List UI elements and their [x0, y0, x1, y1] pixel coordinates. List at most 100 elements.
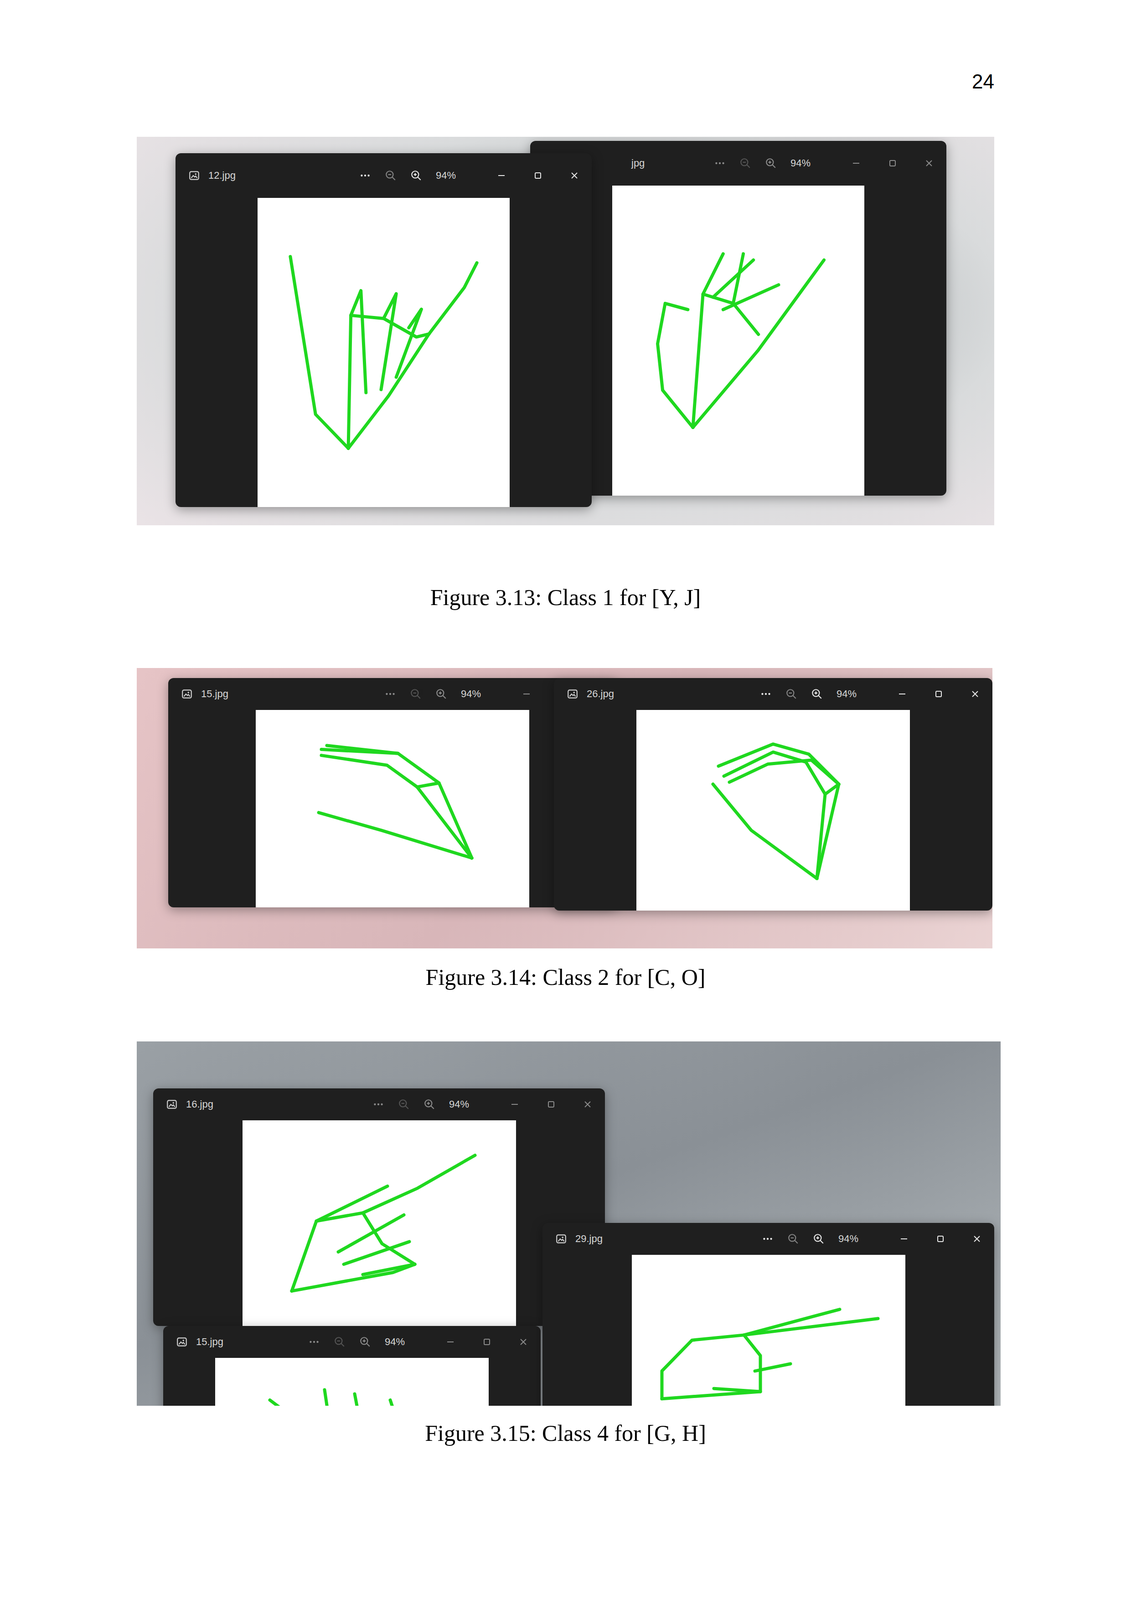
window-body: [175, 197, 592, 507]
skeleton-line: [291, 1264, 415, 1292]
more-dots-icon[interactable]: [372, 1098, 385, 1111]
window-controls: [850, 157, 935, 169]
more-dots-icon[interactable]: [713, 157, 726, 170]
more-dots-icon[interactable]: [761, 1232, 774, 1245]
title-bar[interactable]: 16.jpg 94%: [153, 1088, 605, 1121]
image-viewer-window[interactable]: 26.jpg 94%: [553, 677, 993, 911]
maximize-icon[interactable]: [934, 1233, 946, 1245]
close-icon[interactable]: [971, 1233, 983, 1245]
more-dots-icon[interactable]: [759, 687, 772, 700]
image-canvas: [215, 1357, 489, 1406]
skeleton-line: [321, 755, 472, 858]
screenshot: 15.jpg 94% 26.jpg 94%: [136, 667, 993, 949]
close-icon[interactable]: [923, 157, 935, 169]
skeleton-line: [417, 782, 439, 787]
more-dots-icon[interactable]: [308, 1335, 321, 1348]
zoom-in-icon[interactable]: [812, 1232, 825, 1245]
zoom-in-icon[interactable]: [410, 169, 423, 182]
title-bar[interactable]: jpg 94%: [530, 140, 947, 186]
image-viewer-window[interactable]: 29.jpg 94%: [542, 1222, 995, 1406]
hand-skeleton: [636, 709, 910, 911]
zoom-in-icon[interactable]: [810, 687, 823, 700]
skeleton-line: [729, 759, 839, 785]
zoom-out-icon[interactable]: [333, 1335, 346, 1348]
toolbar: 94%: [308, 1335, 405, 1348]
maximize-icon[interactable]: [887, 157, 899, 169]
minimize-icon[interactable]: [444, 1336, 456, 1348]
zoom-in-icon[interactable]: [359, 1335, 372, 1348]
hand-skeleton: [255, 709, 530, 908]
maximize-icon[interactable]: [933, 688, 945, 700]
figure: 16.jpg 94% 15.jpg 94% 29.jpg 94% Figure …: [0, 1041, 1131, 1447]
zoom-out-icon[interactable]: [409, 687, 422, 700]
image-app-icon: [566, 687, 579, 700]
minimize-icon[interactable]: [521, 688, 532, 700]
skeleton-line: [318, 812, 472, 858]
window-controls: [509, 1098, 594, 1110]
skeleton-line: [661, 1309, 840, 1399]
skeleton-line: [723, 284, 779, 310]
zoom-out-icon[interactable]: [397, 1098, 410, 1111]
close-icon[interactable]: [969, 688, 981, 700]
window-title: 15.jpg: [196, 1335, 300, 1348]
image-viewer-window[interactable]: 15.jpg 94%: [163, 1325, 541, 1406]
minimize-icon[interactable]: [896, 688, 908, 700]
more-dots-icon[interactable]: [384, 687, 397, 700]
skeleton-line: [396, 309, 422, 377]
toolbar: 94%: [759, 687, 857, 700]
image-viewer-window[interactable]: jpg 94%: [530, 140, 947, 496]
zoom-in-icon[interactable]: [435, 687, 448, 700]
close-icon[interactable]: [517, 1336, 529, 1348]
zoom-out-icon[interactable]: [785, 687, 798, 700]
image-viewer-window[interactable]: 12.jpg 94%: [175, 153, 592, 507]
title-bar[interactable]: 15.jpg 94%: [163, 1325, 541, 1358]
more-dots-icon[interactable]: [359, 169, 372, 182]
title-bar[interactable]: 29.jpg 94%: [542, 1222, 995, 1255]
title-bar[interactable]: 12.jpg 94%: [175, 153, 592, 198]
minimize-icon[interactable]: [495, 170, 507, 181]
minimize-icon[interactable]: [850, 157, 862, 169]
title-bar[interactable]: 15.jpg 94%: [168, 677, 617, 710]
skeleton-line: [661, 1334, 761, 1399]
skeleton-line: [733, 253, 744, 304]
minimize-icon[interactable]: [509, 1098, 521, 1110]
window-title: 29.jpg: [575, 1232, 754, 1245]
skeleton-line: [723, 751, 826, 794]
zoom-in-icon[interactable]: [423, 1098, 436, 1111]
skeleton-line: [692, 253, 724, 428]
window-title: 26.jpg: [586, 687, 752, 700]
maximize-icon[interactable]: [481, 1336, 493, 1348]
maximize-icon[interactable]: [532, 170, 544, 181]
window-body: [530, 185, 947, 496]
image-viewer-window[interactable]: 16.jpg 94%: [153, 1088, 605, 1326]
zoom-in-icon[interactable]: [764, 157, 777, 170]
zoom-out-icon[interactable]: [384, 169, 397, 182]
minimize-icon[interactable]: [898, 1233, 910, 1245]
document-page: 24 12.jpg 94% jpg 94% Figure 3.13: Class…: [0, 0, 1131, 1600]
zoom-level: 94%: [838, 1232, 859, 1245]
window-title: 12.jpg: [208, 169, 352, 182]
close-icon[interactable]: [582, 1098, 594, 1110]
maximize-icon[interactable]: [545, 1098, 557, 1110]
skeleton-line: [354, 1393, 358, 1406]
zoom-level: 94%: [449, 1098, 470, 1111]
skeleton-line: [362, 1264, 415, 1275]
skeleton-line: [816, 784, 839, 879]
skeleton-line: [713, 1388, 761, 1392]
window-body: [542, 1254, 995, 1406]
figure: 12.jpg 94% jpg 94% Figure 3.13: Class 1 …: [0, 136, 1131, 611]
zoom-out-icon[interactable]: [787, 1232, 800, 1245]
title-bar[interactable]: 26.jpg 94%: [553, 677, 993, 710]
image-app-icon: [180, 687, 193, 700]
image-canvas: [257, 197, 510, 507]
hand-skeleton: [631, 1254, 906, 1406]
hand-skeleton: [215, 1357, 489, 1406]
image-viewer-window[interactable]: 15.jpg 94%: [168, 677, 617, 908]
image-canvas: [242, 1120, 517, 1326]
close-icon[interactable]: [568, 170, 580, 181]
zoom-out-icon[interactable]: [739, 157, 752, 170]
zoom-level: 94%: [790, 157, 811, 170]
toolbar: 94%: [713, 157, 811, 170]
image-canvas: [612, 185, 865, 496]
hand-skeleton: [257, 197, 510, 507]
